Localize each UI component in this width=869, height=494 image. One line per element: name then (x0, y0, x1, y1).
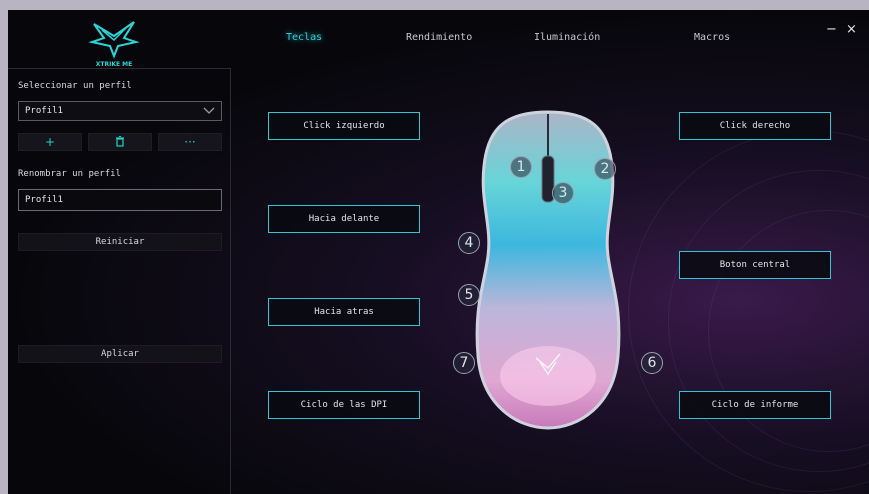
mouse-button-4-marker: 4 (458, 232, 480, 254)
tab-macros[interactable]: Macros (694, 32, 730, 43)
profile-select-value: Profil1 (25, 106, 63, 116)
minimize-button[interactable]: − (826, 22, 837, 37)
close-button[interactable]: × (846, 22, 857, 37)
mouse-illustration: 1 2 3 4 5 6 7 (448, 106, 663, 436)
report-cycle-button[interactable]: Ciclo de informe (679, 391, 831, 419)
back-button[interactable]: Hacia atras (268, 298, 420, 326)
chevron-down-icon (203, 105, 215, 118)
mouse-button-5-marker: 5 (458, 284, 480, 306)
mouse-button-1-marker: 1 (510, 156, 532, 178)
more-icon: ··· (184, 135, 196, 149)
left-click-button[interactable]: Click izquierdo (268, 112, 420, 140)
right-click-button[interactable]: Click derecho (679, 112, 831, 140)
select-profile-label: Seleccionar un perfil (18, 81, 132, 91)
mouse-button-7-marker: 7 (453, 352, 475, 374)
middle-button-button[interactable]: Boton central (679, 251, 831, 279)
forward-button[interactable]: Hacia delante (268, 205, 420, 233)
delete-profile-button[interactable] (88, 133, 152, 151)
svg-text:XTRIKE ME: XTRIKE ME (96, 61, 132, 68)
apply-button[interactable]: Aplicar (18, 345, 222, 363)
dpi-cycle-button[interactable]: Ciclo de las DPI (268, 391, 420, 419)
tab-teclas[interactable]: Teclas (286, 32, 322, 43)
plus-icon: + (44, 135, 56, 149)
rename-profile-label: Renombrar un perfil (18, 169, 121, 179)
mouse-button-2-marker: 2 (594, 158, 616, 180)
add-profile-button[interactable]: + (18, 133, 82, 151)
rename-profile-input[interactable]: Profil1 (18, 189, 222, 211)
tab-rendimiento[interactable]: Rendimiento (406, 32, 472, 43)
mouse-button-6-marker: 6 (641, 352, 663, 374)
profile-sidebar: Seleccionar un perfil Profil1 + ··· Reno… (8, 68, 231, 494)
reset-button[interactable]: Reiniciar (18, 233, 222, 251)
mouse-button-3-marker: 3 (552, 182, 574, 204)
app-window: XTRIKE ME Teclas Rendimiento Iluminación… (8, 10, 869, 494)
tab-iluminacion[interactable]: Iluminación (534, 32, 600, 43)
profile-select[interactable]: Profil1 (18, 101, 222, 121)
more-options-button[interactable]: ··· (158, 133, 222, 151)
top-nav-tabs: Teclas Rendimiento Iluminación Macros (8, 32, 869, 52)
trash-icon (115, 135, 125, 149)
